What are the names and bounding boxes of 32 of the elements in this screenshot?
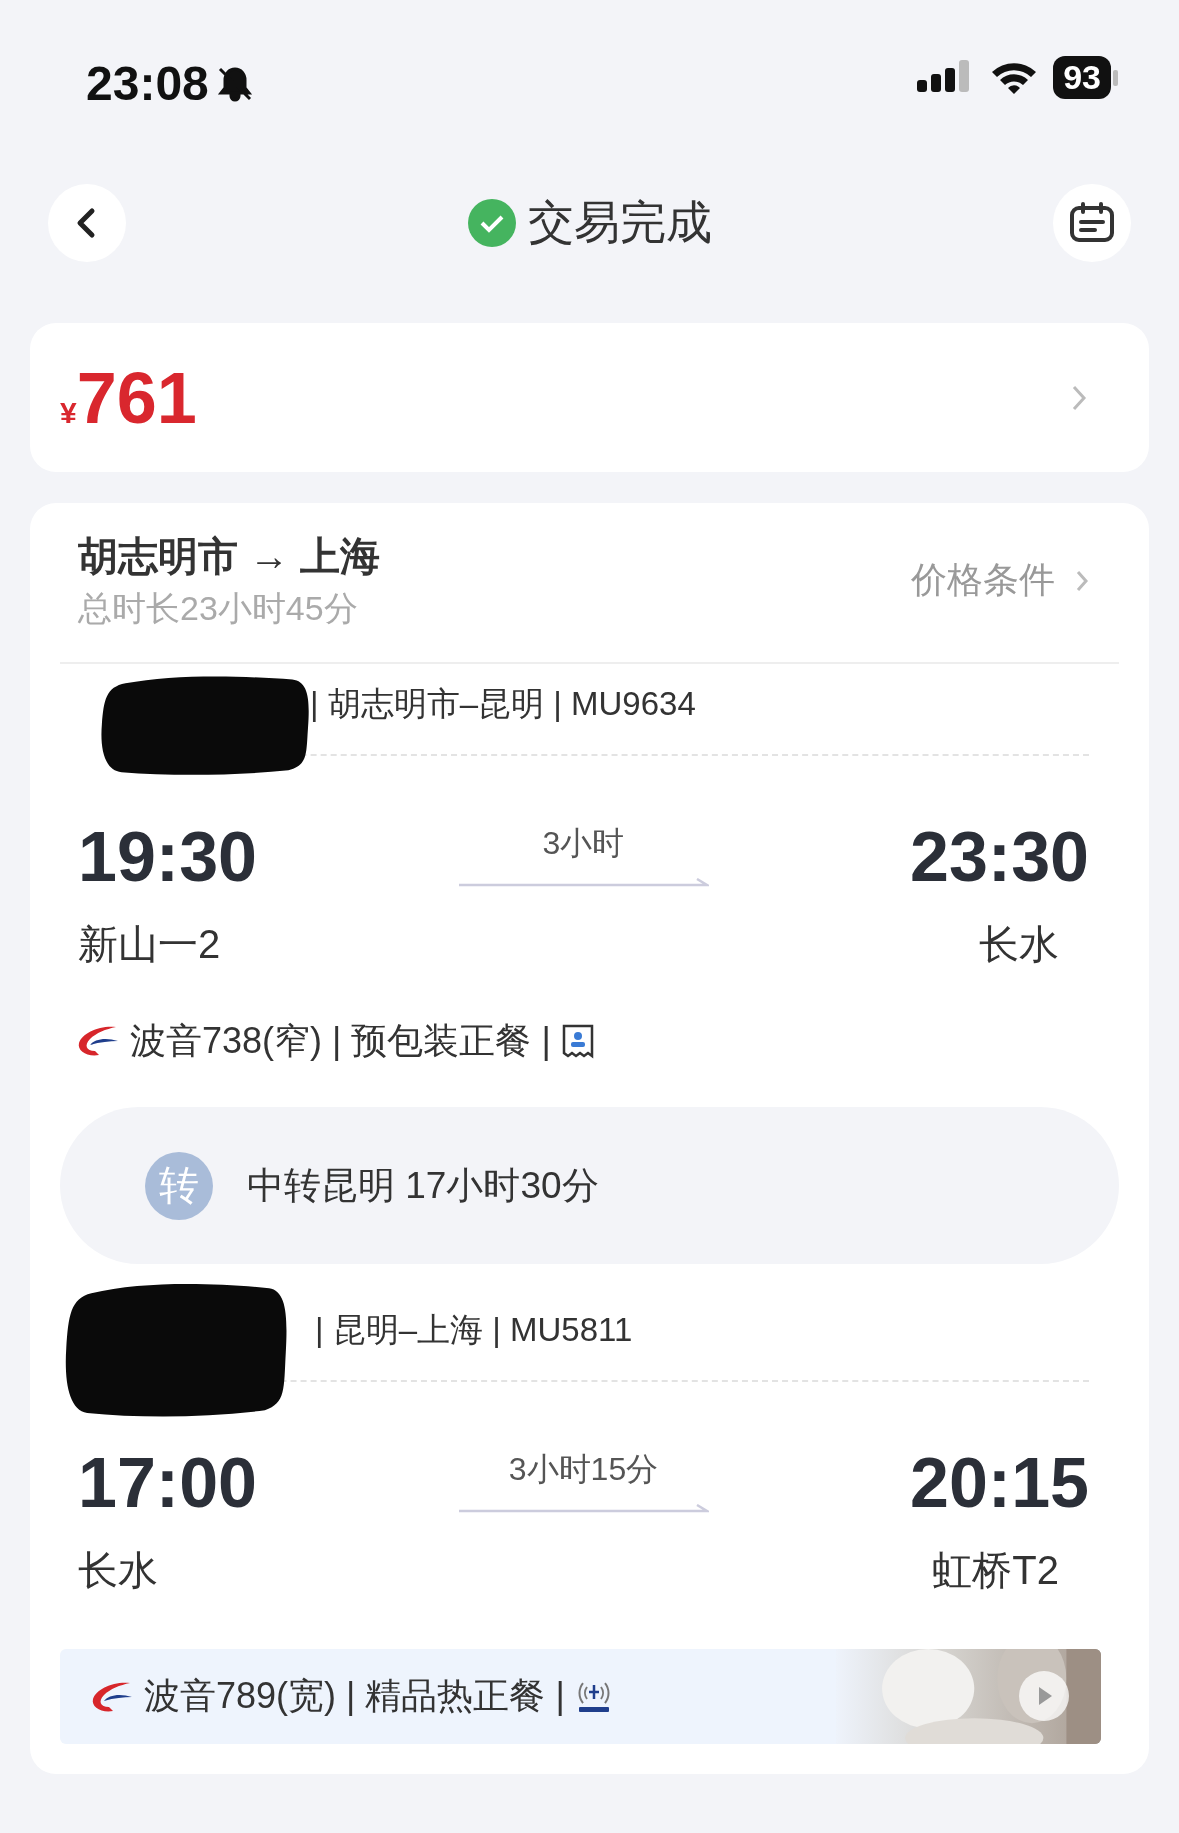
price-amount: 761 [76,356,197,439]
transfer-text: 中转昆明 17小时30分 [247,1163,599,1208]
departure-airport: 长水 [78,1547,159,1594]
page-title: 交易完成 [527,195,712,250]
total-duration: 总时长23小时45分 [78,588,359,629]
aircraft-banner[interactable]: 波音789(宽) | 精品热正餐 | [60,1649,1101,1744]
segment-header: | 胡志明市–昆明 | MU9634 [310,683,696,724]
battery-tip-icon [1113,69,1119,86]
segment-header: | 昆明–上海 | MU5811 [315,1309,633,1350]
aircraft-info: 波音738(窄) | 预包装正餐 | [130,1018,551,1063]
calendar-icon [1069,202,1115,244]
flight-duration: 3小时 [542,824,625,863]
transfer-badge: 转 [145,1151,213,1220]
chevron-right-icon [1071,383,1087,412]
price-card[interactable]: ¥761 [30,323,1149,472]
arrival-airport: 虹桥T2 [932,1547,1060,1594]
route-title: 胡志明市 → 上海 [78,533,381,580]
success-check-icon [467,199,516,247]
arrival-time: 23:30 [909,822,1089,892]
status-time: 23:08 [86,56,209,111]
arrival-airport: 长水 [979,921,1060,968]
flight-duration: 3小时15分 [508,1450,659,1489]
price-terms-link[interactable]: 价格条件 [911,556,1089,605]
chevron-right-icon [1075,568,1089,593]
arrival-time: 20:15 [909,1448,1089,1518]
play-icon[interactable] [1019,1671,1069,1721]
departure-airport: 新山一2 [78,921,222,968]
currency-symbol: ¥ [60,395,77,430]
battery-level: 93 [1053,56,1111,99]
departure-time: 19:30 [78,822,258,892]
departure-time: 17:00 [78,1448,258,1518]
aircraft-info: 波音789(宽) | 精品热正餐 | [144,1674,565,1718]
